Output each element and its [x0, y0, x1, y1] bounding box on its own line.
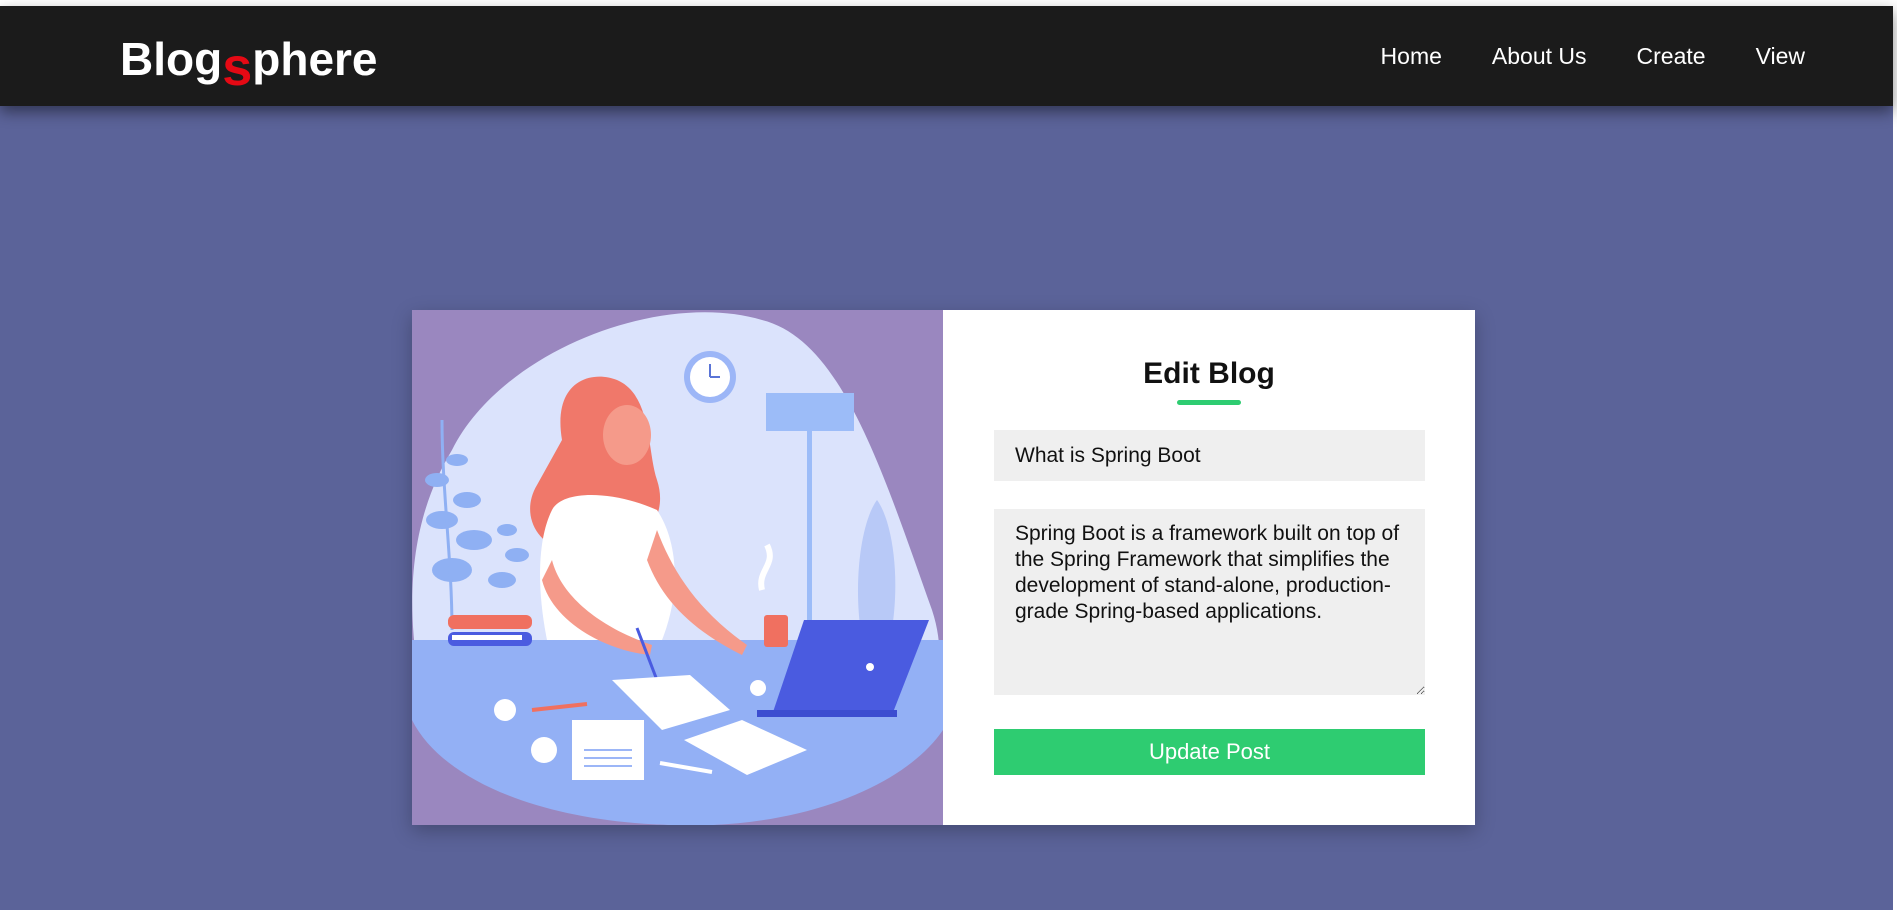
woman-writing-illustration — [412, 310, 943, 825]
update-post-button[interactable]: Update Post — [994, 729, 1425, 775]
logo-prefix: Blog — [120, 33, 223, 85]
edit-blog-form: Edit Blog Spring Boot is a framework bui… — [943, 310, 1475, 825]
site-logo[interactable]: Blogsphere — [120, 26, 378, 97]
nav-links: Home About Us Create View — [1381, 43, 1805, 70]
nav-link-about-us[interactable]: About Us — [1492, 43, 1587, 70]
edit-blog-card: Edit Blog Spring Boot is a framework bui… — [412, 310, 1475, 825]
nav-link-home[interactable]: Home — [1381, 43, 1442, 70]
nav-link-create[interactable]: Create — [1637, 43, 1706, 70]
logo-accent-letter: s — [222, 37, 253, 97]
blog-title-input[interactable] — [994, 430, 1425, 481]
blog-body-textarea[interactable]: Spring Boot is a framework built on top … — [994, 509, 1425, 695]
illustration-svg — [412, 310, 943, 825]
right-edge-strip — [1893, 0, 1897, 910]
heading-underline — [1177, 400, 1241, 405]
navbar: Blogsphere Home About Us Create View — [0, 6, 1893, 106]
logo-suffix: phere — [252, 33, 378, 85]
form-heading: Edit Blog — [1143, 357, 1275, 390]
nav-link-view[interactable]: View — [1756, 43, 1805, 70]
